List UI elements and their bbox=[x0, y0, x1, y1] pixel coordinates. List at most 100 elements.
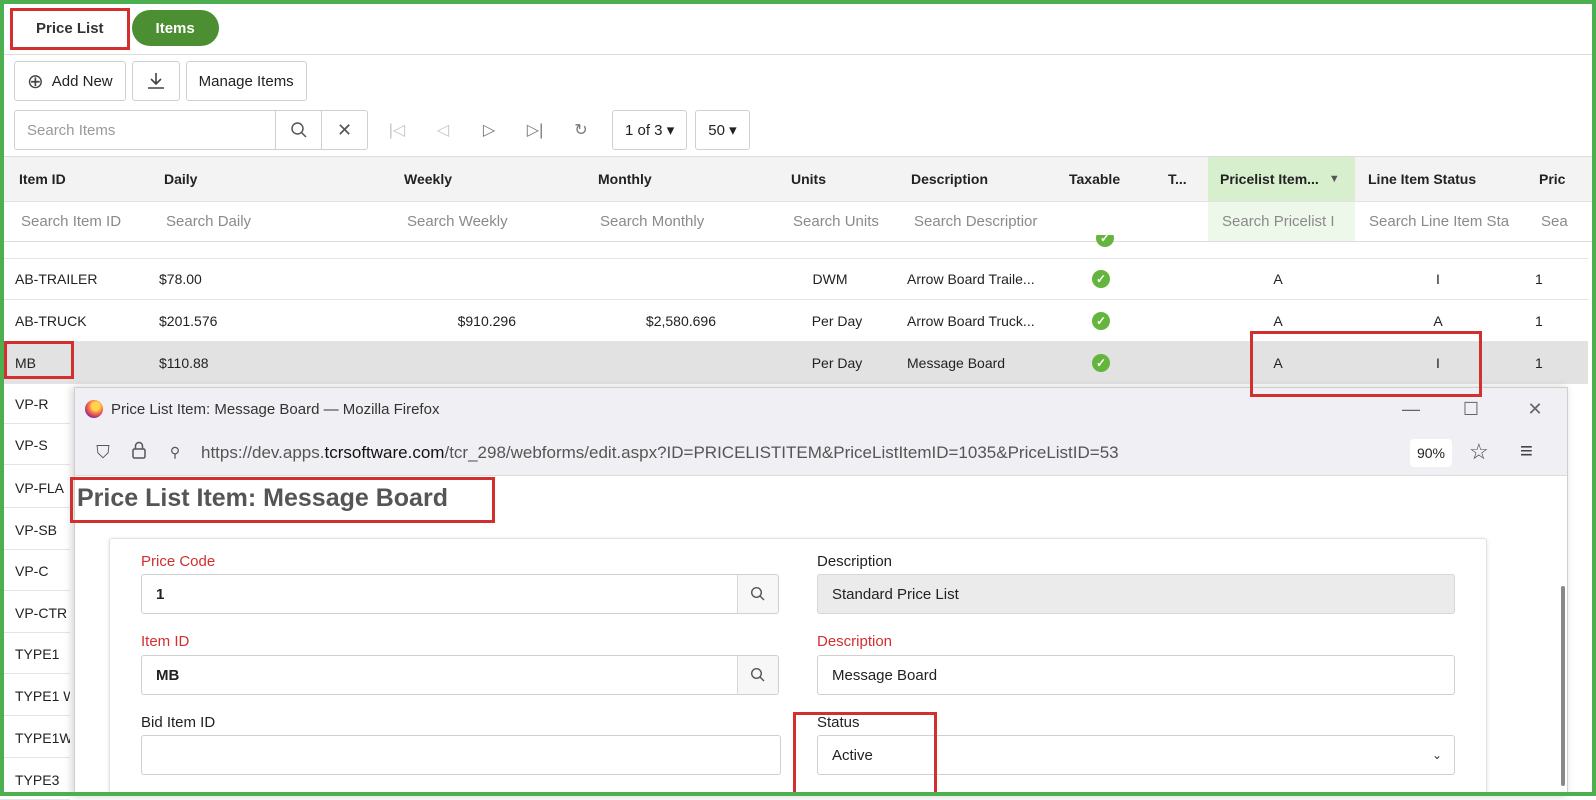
filter-units[interactable]: Search Units bbox=[793, 202, 898, 241]
close-icon: ✕ bbox=[336, 119, 353, 140]
cell-units: DWM bbox=[812, 271, 848, 287]
filter-pricelist-item[interactable]: Search Pricelist I bbox=[1208, 202, 1355, 241]
search-items-input[interactable]: Search Items bbox=[14, 110, 276, 150]
cell-weekly: $910.296 bbox=[457, 312, 516, 329]
filter-item-id[interactable]: Search Item ID bbox=[21, 202, 146, 241]
table-row-selected[interactable]: MB $110.88 Per Day Message Board ✓ A I 1 bbox=[0, 342, 1588, 384]
item-description-input[interactable]: Message Board bbox=[817, 655, 1455, 695]
prev-page-icon: ◁ bbox=[436, 122, 450, 139]
window-titlebar: Price List Item: Message Board — Mozilla… bbox=[75, 388, 1567, 430]
filter-monthly[interactable]: Search Monthly bbox=[600, 202, 750, 241]
add-new-button[interactable]: ⊕ Add New bbox=[14, 61, 126, 101]
filter-line-item-status[interactable]: Search Line Item Sta bbox=[1369, 202, 1514, 241]
refresh-button[interactable]: ↻ bbox=[558, 110, 604, 150]
col-description[interactable]: Description bbox=[911, 157, 1051, 201]
cell-pricelist: A bbox=[1273, 312, 1283, 329]
table-row[interactable]: AB-TRUCK $201.576 $910.296 $2,580.696 Pe… bbox=[0, 300, 1588, 342]
cell-item-id: MB bbox=[15, 354, 36, 371]
cell-pric: 1 bbox=[1535, 271, 1543, 287]
manage-items-label: Manage Items bbox=[198, 72, 294, 90]
url-host: tcrsoftware.com bbox=[324, 442, 445, 462]
col-monthly[interactable]: Monthly bbox=[598, 157, 748, 201]
price-code-input[interactable]: 1 bbox=[141, 574, 739, 614]
col-pricelist-item-label: Pricelist Item... bbox=[1220, 171, 1319, 187]
price-list-description-input: Standard Price List bbox=[817, 574, 1455, 614]
description-label: Description bbox=[817, 553, 893, 570]
url-text: https://dev.apps.tcrsoftware.com/tcr_298… bbox=[201, 443, 1119, 463]
col-daily[interactable]: Daily bbox=[164, 157, 364, 201]
cell-taxable: ✓ bbox=[1092, 342, 1116, 383]
col-units[interactable]: Units bbox=[791, 157, 891, 201]
cell-pricelist: A bbox=[1273, 271, 1283, 287]
list-item[interactable]: TYPE1W bbox=[0, 718, 70, 758]
page-size-select[interactable]: 50 ▾ bbox=[695, 110, 750, 150]
cell-taxable: ✓ bbox=[1092, 259, 1116, 299]
col-line-item-status[interactable]: Line Item Status bbox=[1368, 157, 1518, 201]
col-t[interactable]: T... bbox=[1168, 157, 1198, 201]
table-row[interactable]: AB-TRAILER $78.00 DWM Arrow Board Traile… bbox=[0, 259, 1588, 300]
col-taxable[interactable]: Taxable bbox=[1069, 157, 1149, 201]
col-pric[interactable]: Pric bbox=[1539, 157, 1592, 201]
minimize-button[interactable]: — bbox=[1381, 388, 1441, 430]
cell-daily: $110.88 bbox=[159, 354, 209, 371]
firefox-popup-window: Price List Item: Message Board — Mozilla… bbox=[74, 387, 1568, 796]
refresh-icon: ↻ bbox=[574, 122, 588, 139]
list-item[interactable]: TYPE1 bbox=[0, 634, 70, 674]
cell-item-id: AB-TRAILER bbox=[15, 271, 98, 287]
list-item[interactable]: VP-S bbox=[0, 425, 70, 465]
cell-description: Arrow Board Traile... bbox=[907, 271, 1035, 287]
manage-items-button[interactable]: Manage Items bbox=[185, 61, 307, 101]
cell-pricelist: A bbox=[1273, 354, 1283, 371]
hamburger-menu-icon[interactable]: ≡ bbox=[1520, 438, 1533, 464]
item-id-input[interactable]: MB bbox=[141, 655, 739, 695]
url-prefix: https://dev.apps. bbox=[201, 442, 325, 462]
scrollbar[interactable] bbox=[1561, 586, 1565, 786]
item-id-lookup-button[interactable] bbox=[737, 655, 779, 695]
grid-header: Item ID Daily Weekly Monthly Units Descr… bbox=[4, 156, 1592, 202]
prev-page-button[interactable]: ◁ bbox=[420, 110, 466, 150]
list-item[interactable]: TYPE3 bbox=[0, 760, 70, 800]
page-select[interactable]: 1 of 3 ▾ bbox=[612, 110, 688, 150]
address-bar[interactable]: ⛉ ⚲ https://dev.apps.tcrsoftware.com/tcr… bbox=[75, 430, 1567, 476]
tab-price-list[interactable]: Price List bbox=[14, 10, 126, 46]
next-page-button[interactable]: ▷ bbox=[466, 110, 512, 150]
status-select[interactable]: Active ⌄ bbox=[817, 735, 1455, 775]
download-button[interactable] bbox=[131, 61, 180, 101]
check-icon: ✓ bbox=[1092, 353, 1110, 372]
clear-search-button[interactable]: ✕ bbox=[322, 110, 368, 150]
list-item[interactable]: VP-SB bbox=[0, 510, 70, 550]
bid-item-id-input[interactable] bbox=[141, 735, 781, 775]
list-item[interactable]: TYPE1 W bbox=[0, 676, 70, 716]
search-icon bbox=[290, 122, 307, 138]
first-page-button[interactable]: |◁ bbox=[374, 110, 420, 150]
add-new-label: Add New bbox=[51, 72, 113, 90]
search-button[interactable] bbox=[276, 110, 322, 150]
col-weekly[interactable]: Weekly bbox=[404, 157, 554, 201]
cell-status: A bbox=[1433, 312, 1443, 329]
close-window-button[interactable]: ✕ bbox=[1505, 388, 1565, 430]
list-item[interactable]: VP-CTR bbox=[0, 593, 70, 633]
cell-pric: 1 bbox=[1535, 312, 1543, 329]
bookmark-star-icon[interactable]: ☆ bbox=[1469, 439, 1489, 465]
list-item[interactable]: VP-C bbox=[0, 551, 70, 591]
check-icon: ✓ bbox=[1092, 270, 1110, 288]
search-icon bbox=[750, 586, 765, 601]
cell-daily: $78.00 bbox=[159, 271, 202, 287]
filter-weekly[interactable]: Search Weekly bbox=[407, 202, 557, 241]
close-icon: ✕ bbox=[1527, 398, 1543, 419]
zoom-level-button[interactable]: 90% bbox=[1410, 439, 1452, 467]
last-page-button[interactable]: ▷| bbox=[512, 110, 558, 150]
filter-description[interactable]: Search Descriptior bbox=[914, 202, 1044, 241]
filter-pric[interactable]: Sea bbox=[1541, 202, 1592, 241]
price-code-lookup-button[interactable] bbox=[737, 574, 779, 614]
col-item-id[interactable]: Item ID bbox=[19, 157, 139, 201]
col-pricelist-item[interactable]: Pricelist Item... ▼ bbox=[1208, 157, 1355, 201]
list-item[interactable]: VP-FLA bbox=[0, 468, 70, 508]
taxable-check-icon-partial: ✓ bbox=[1096, 235, 1114, 247]
url-path: /tcr_298/webforms/edit.aspx?ID=PRICELIST… bbox=[444, 442, 1119, 462]
tab-items[interactable]: Items bbox=[131, 10, 219, 46]
maximize-button[interactable]: ☐ bbox=[1441, 388, 1501, 430]
bid-item-id-label: Bid Item ID bbox=[141, 714, 216, 731]
filter-daily[interactable]: Search Daily bbox=[166, 202, 366, 241]
list-item[interactable]: VP-R bbox=[0, 384, 70, 424]
